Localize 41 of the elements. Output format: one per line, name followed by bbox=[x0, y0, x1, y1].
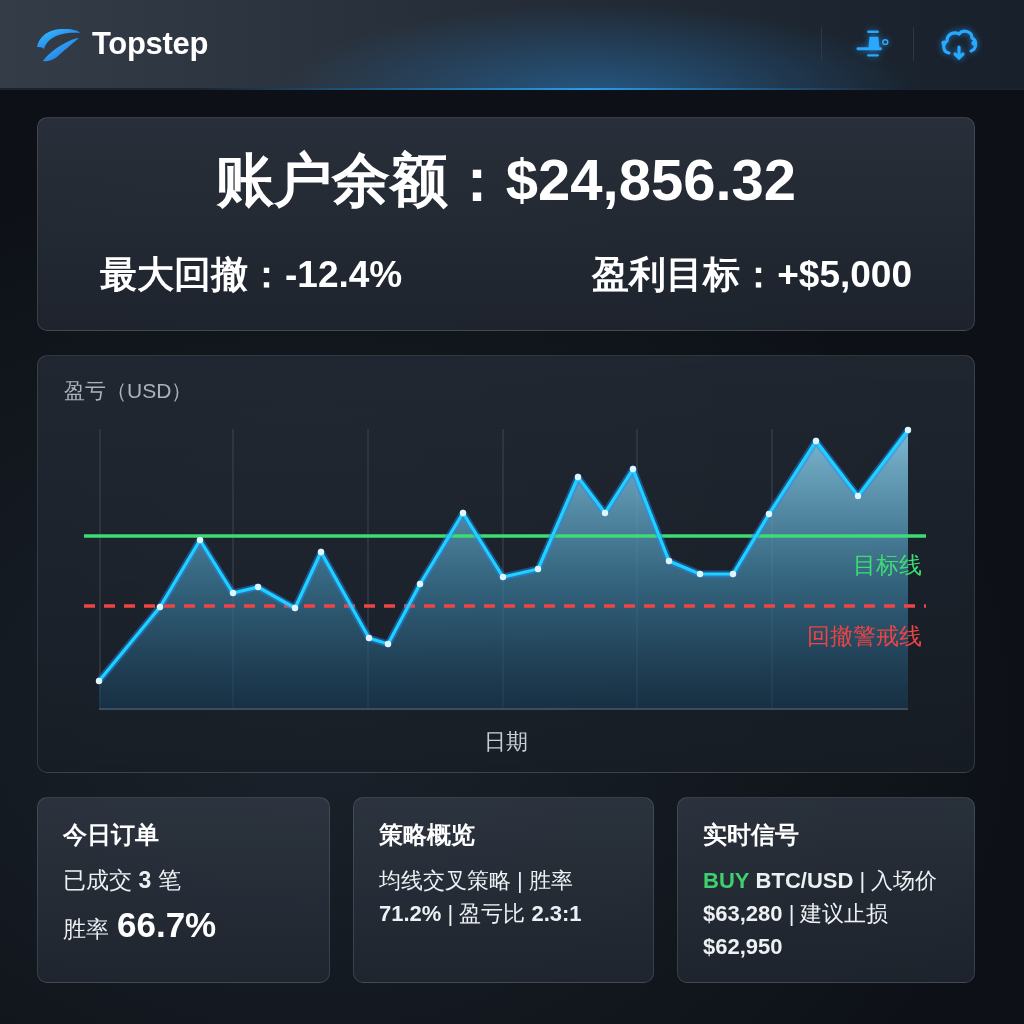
data-point bbox=[765, 510, 773, 518]
data-point bbox=[365, 634, 373, 642]
data-point bbox=[665, 557, 673, 565]
data-point bbox=[696, 570, 704, 578]
data-point bbox=[384, 640, 392, 648]
data-point bbox=[854, 492, 862, 500]
brand-name: Topstep bbox=[92, 26, 209, 62]
data-point bbox=[574, 473, 582, 481]
card-title: 策略概览 bbox=[379, 820, 476, 850]
stand-icon[interactable] bbox=[856, 29, 890, 59]
card-title: 实时信号 bbox=[703, 820, 800, 850]
data-point bbox=[291, 604, 299, 612]
x-axis-label: 日期 bbox=[483, 728, 529, 756]
data-point bbox=[317, 548, 325, 556]
data-point bbox=[629, 465, 637, 473]
data-point bbox=[416, 580, 424, 588]
data-point bbox=[904, 426, 912, 434]
data-point bbox=[534, 565, 542, 573]
strategy-summary: 均线交叉策略 | 胜率 71.2% | 盈亏比 2.3:1 bbox=[379, 867, 583, 928]
cloud-icon[interactable] bbox=[940, 27, 978, 61]
win-rate-label: 胜率 bbox=[63, 915, 109, 944]
data-point bbox=[196, 536, 204, 544]
data-point bbox=[229, 589, 237, 597]
data-point bbox=[156, 603, 164, 611]
data-point bbox=[499, 573, 507, 581]
account-balance: 账户余额：$24,856.32 bbox=[215, 146, 797, 214]
data-point bbox=[95, 677, 103, 685]
drawdown-line-label: 回撤警戒线 bbox=[807, 623, 922, 649]
signal-text: BUY BTC/USD | 入场价 $63,280 | 建议止损 $62,950 bbox=[703, 867, 939, 961]
win-rate-value: 66.7% bbox=[117, 905, 217, 945]
data-point bbox=[459, 509, 467, 517]
filled-orders-text: 已成交 3 笔 bbox=[63, 866, 182, 895]
card-title: 今日订单 bbox=[63, 820, 160, 850]
summary-stat: 盈利目标：+$5,000 bbox=[592, 253, 912, 297]
summary-stat: 最大回撤：-12.4% bbox=[100, 253, 403, 297]
chart-title: 盈亏（USD） bbox=[64, 378, 194, 404]
data-point bbox=[601, 509, 609, 517]
data-point bbox=[729, 570, 737, 578]
data-point bbox=[254, 583, 262, 591]
target-line-label: 目标线 bbox=[853, 552, 922, 578]
data-point bbox=[812, 437, 820, 445]
